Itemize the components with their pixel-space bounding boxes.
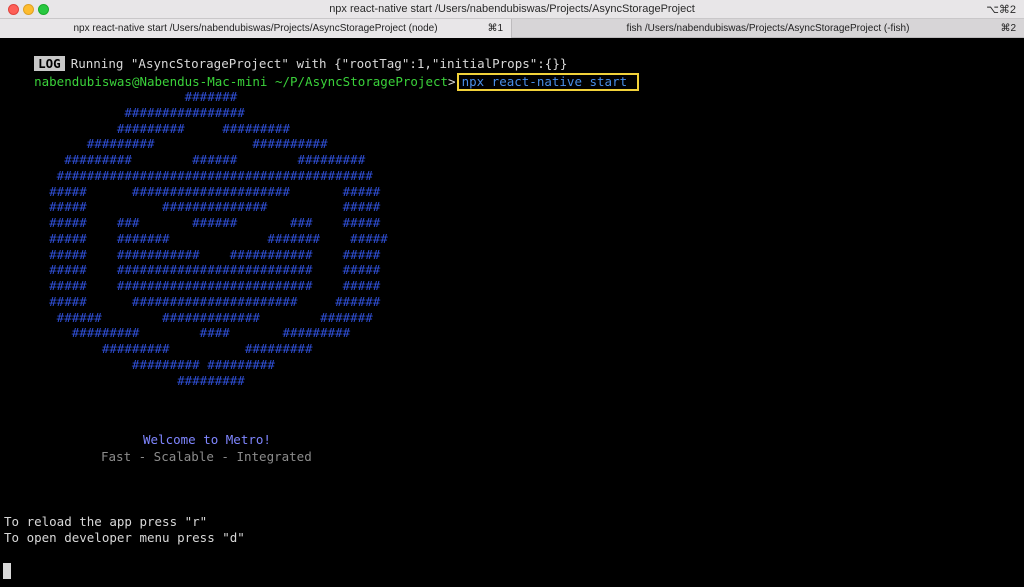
- tab-fish-label: fish /Users/nabendubiswas/Projects/Async…: [626, 23, 910, 34]
- prompt-symbol: >: [448, 74, 456, 89]
- tagline-text: Fast - Scalable - Integrated: [101, 449, 312, 464]
- terminal-cursor: [3, 563, 11, 579]
- metro-ascii-logo: ####### ################ ######### #####…: [49, 89, 388, 388]
- tab-node[interactable]: npx react-native start /Users/nabendubis…: [0, 19, 512, 38]
- devmenu-hint: To open developer menu press "d": [4, 530, 245, 545]
- window-shortcut: ⌥⌘2: [986, 4, 1016, 16]
- reload-hint: To reload the app press "r": [4, 514, 208, 529]
- welcome-text: Welcome to Metro!: [143, 432, 271, 447]
- command-text: npx react-native start: [456, 73, 640, 91]
- prompt-cwd: ~/P/AsyncStorageProject: [274, 74, 449, 89]
- tab-fish-shortcut: ⌘2: [1000, 23, 1016, 34]
- terminal-output[interactable]: LOG Running "AsyncStorageProject" with {"…: [0, 38, 1024, 587]
- window-title: npx react-native start /Users/nabendubis…: [329, 3, 695, 15]
- window-titlebar: npx react-native start /Users/nabendubis…: [0, 0, 1024, 19]
- tab-fish[interactable]: fish /Users/nabendubiswas/Projects/Async…: [512, 19, 1024, 38]
- tab-node-shortcut: ⌘1: [487, 23, 503, 34]
- tab-bar: npx react-native start /Users/nabendubis…: [0, 19, 1024, 38]
- tab-node-label: npx react-native start /Users/nabendubis…: [73, 23, 438, 34]
- prompt-user: nabendubiswas@Nabendus-Mac-mini: [34, 74, 268, 89]
